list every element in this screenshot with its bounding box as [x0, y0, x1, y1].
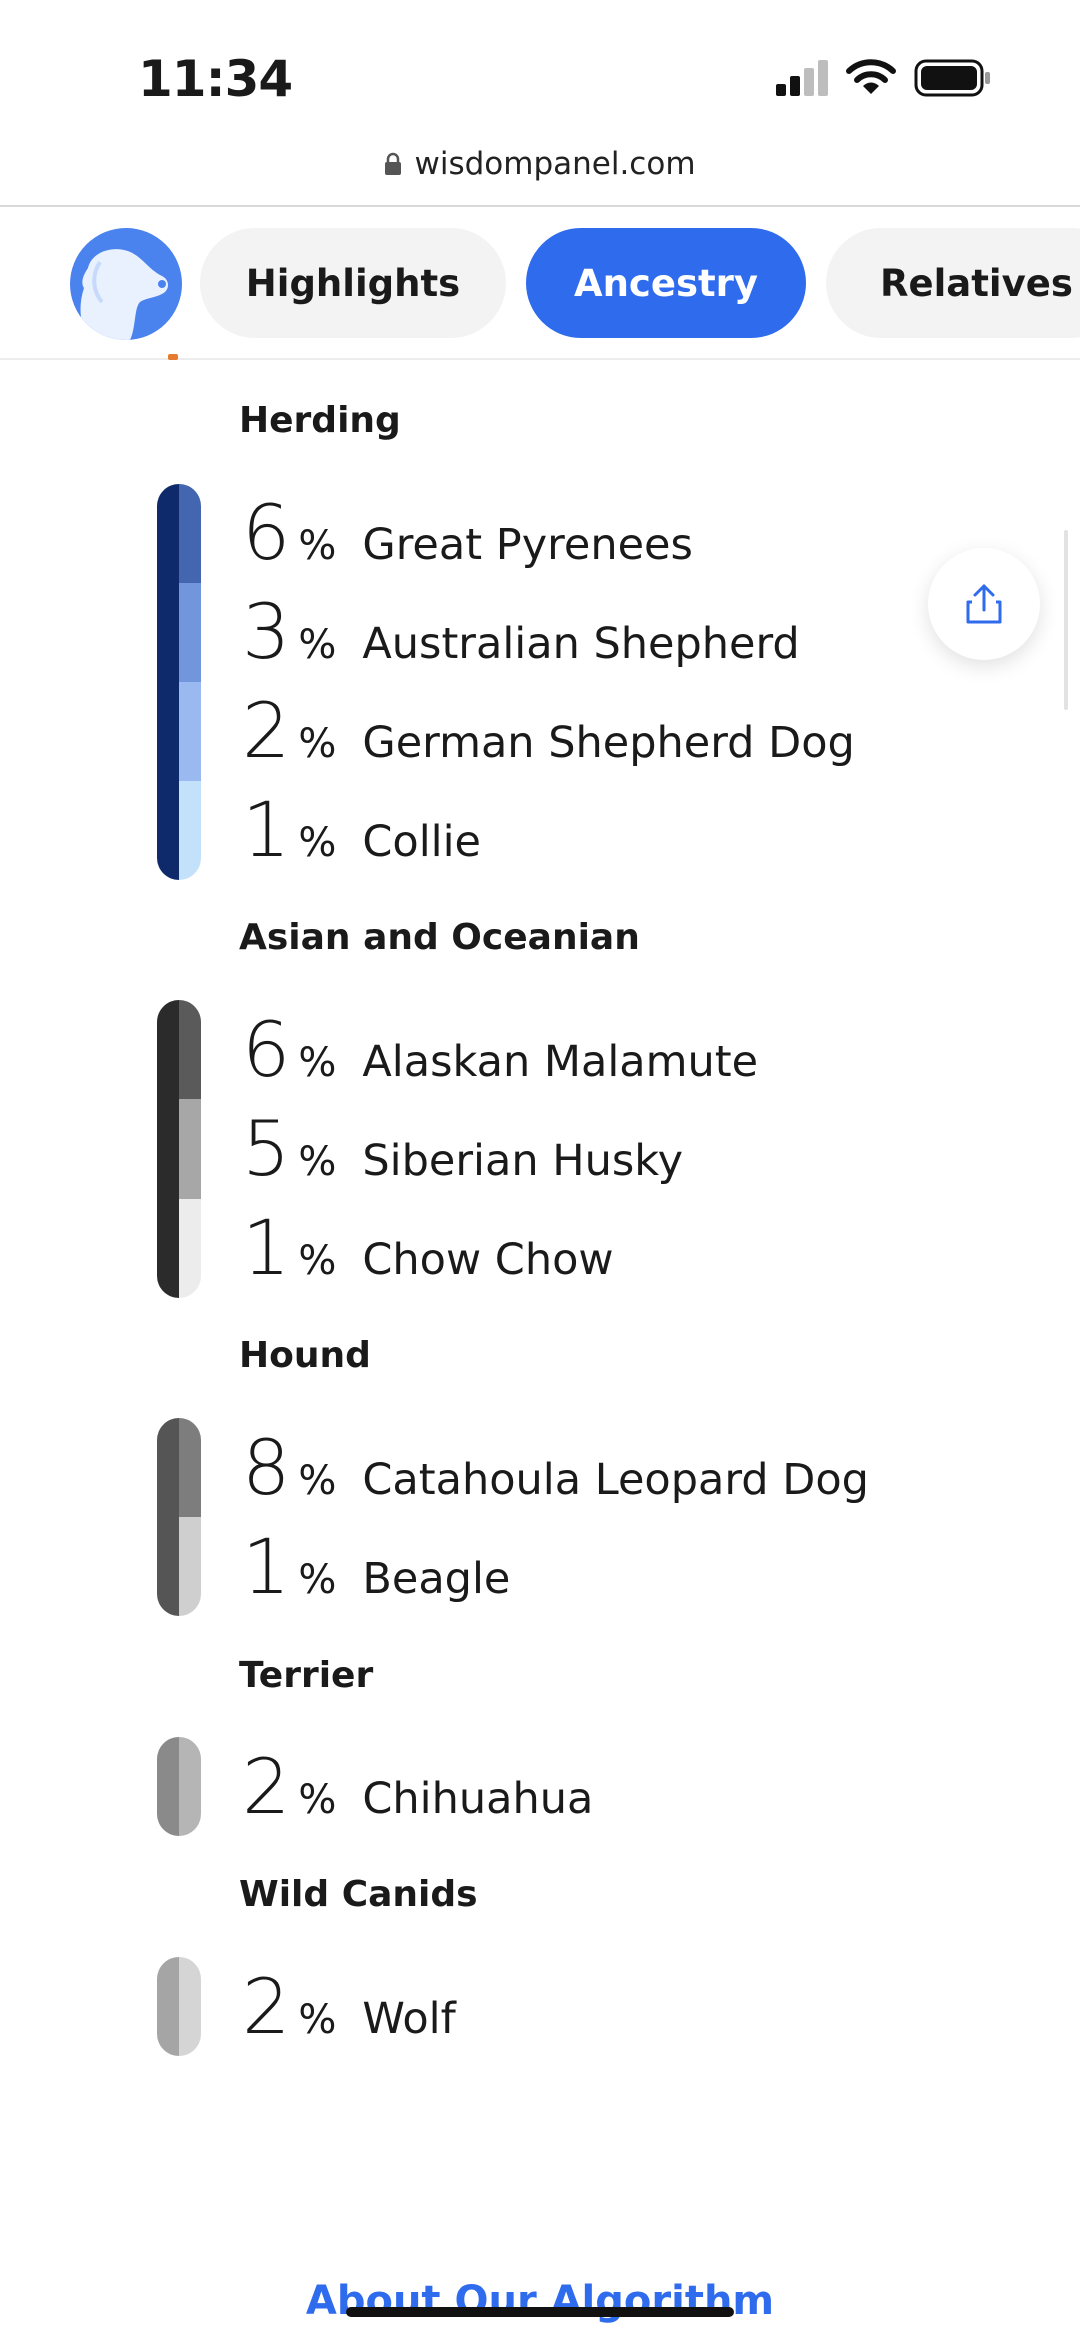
divider [0, 358, 1080, 360]
bar-segment [179, 1000, 201, 1099]
bar-segment [179, 1418, 201, 1517]
signal-icon [776, 60, 828, 96]
percent-sign: % [298, 523, 337, 569]
bar-segment [179, 1199, 201, 1298]
dog-avatar-icon[interactable] [70, 228, 182, 340]
breed-percent: 8 [242, 1423, 291, 1512]
bar-segment [179, 1737, 201, 1836]
ancestry-bar-wild-canids [157, 1957, 201, 2056]
breed-percent: 6 [242, 1005, 291, 1094]
breed-name: Great Pyrenees [362, 520, 693, 570]
breed-percent: 2 [242, 1742, 291, 1831]
status-time: 11:34 [138, 50, 293, 108]
share-button[interactable] [928, 548, 1040, 660]
breed-percent: 6 [242, 488, 291, 577]
about-algorithm-link[interactable]: About Our Algorithm [0, 2278, 1080, 2324]
bar-segment [179, 1517, 201, 1616]
bar-segment [179, 484, 201, 583]
breed-row: 1% Chow Chow [242, 1210, 614, 1286]
breed-row: 6% Great Pyrenees [242, 495, 693, 571]
group-title-hound: Hound [239, 1335, 371, 1376]
percent-sign: % [298, 1458, 337, 1504]
breed-percent: 1 [242, 1203, 291, 1292]
ancestry-bar-terrier [157, 1737, 201, 1836]
percent-sign: % [298, 1557, 337, 1603]
partial-bar-fragment [168, 354, 178, 360]
divider [0, 205, 1080, 207]
breed-row: 1% Beagle [242, 1529, 510, 1605]
bar-segment [179, 583, 201, 682]
breed-row: 1% Collie [242, 792, 481, 868]
percent-sign: % [298, 622, 337, 668]
group-title-asian-oceanian: Asian and Oceanian [239, 917, 640, 958]
tab-relatives[interactable]: Relatives [826, 228, 1080, 338]
breed-row: 2% Wolf [242, 1969, 456, 2045]
battery-icon [914, 59, 990, 97]
breed-name: Catahoula Leopard Dog [362, 1455, 869, 1505]
breed-row: 5% Siberian Husky [242, 1111, 683, 1187]
bar-segment [179, 682, 201, 781]
breed-name: Beagle [362, 1554, 511, 1604]
lock-icon [385, 152, 402, 175]
group-title-terrier: Terrier [239, 1655, 374, 1696]
breed-percent: 1 [242, 1522, 291, 1611]
breed-row: 2% German Shepherd Dog [242, 693, 855, 769]
percent-sign: % [298, 1238, 337, 1284]
percent-sign: % [298, 1777, 337, 1823]
breed-name: Collie [362, 817, 482, 867]
breed-name: Chow Chow [362, 1235, 614, 1285]
tab-highlights[interactable]: Highlights [200, 228, 506, 338]
ancestry-bar-hound [157, 1418, 201, 1616]
wifi-icon [846, 59, 896, 94]
breed-row: 8% Catahoula Leopard Dog [242, 1430, 869, 1506]
percent-sign: % [298, 1139, 337, 1185]
percent-sign: % [298, 1040, 337, 1086]
share-icon [966, 584, 1002, 624]
group-title-wild-canids: Wild Canids [239, 1874, 478, 1915]
ancestry-bar-herding [157, 484, 201, 880]
tab-ancestry[interactable]: Ancestry [526, 228, 806, 338]
percent-sign: % [298, 721, 337, 767]
breed-row: 6% Alaskan Malamute [242, 1012, 758, 1088]
breed-name: Siberian Husky [362, 1136, 684, 1186]
breed-name: Chihuahua [362, 1774, 594, 1824]
group-title-herding: Herding [239, 400, 401, 441]
breed-percent: 5 [242, 1104, 291, 1193]
scrollbar[interactable] [1064, 530, 1068, 710]
breed-name: Alaskan Malamute [362, 1037, 759, 1087]
breed-percent: 1 [242, 785, 291, 874]
ancestry-bar-asian-oceanian [157, 1000, 201, 1298]
percent-sign: % [298, 1997, 337, 2043]
address-bar[interactable]: wisdompanel.com [0, 140, 1080, 206]
tab-bar: Highlights Ancestry Relatives [0, 208, 1080, 358]
breed-row: 3% Australian Shepherd [242, 594, 800, 670]
breed-percent: 3 [242, 587, 291, 676]
breed-row: 2% Chihuahua [242, 1749, 593, 1825]
breed-name: Wolf [362, 1994, 456, 2044]
breed-percent: 2 [242, 686, 291, 775]
breed-name: German Shepherd Dog [362, 718, 855, 768]
status-bar: 11:34 [0, 0, 1080, 140]
url-domain: wisdompanel.com [414, 146, 696, 182]
percent-sign: % [298, 820, 337, 866]
home-indicator[interactable] [346, 2307, 734, 2317]
bar-segment [179, 781, 201, 880]
bar-segment [179, 1099, 201, 1199]
bar-segment [179, 1957, 201, 2056]
breed-name: Australian Shepherd [362, 619, 800, 669]
breed-percent: 2 [242, 1962, 291, 2051]
